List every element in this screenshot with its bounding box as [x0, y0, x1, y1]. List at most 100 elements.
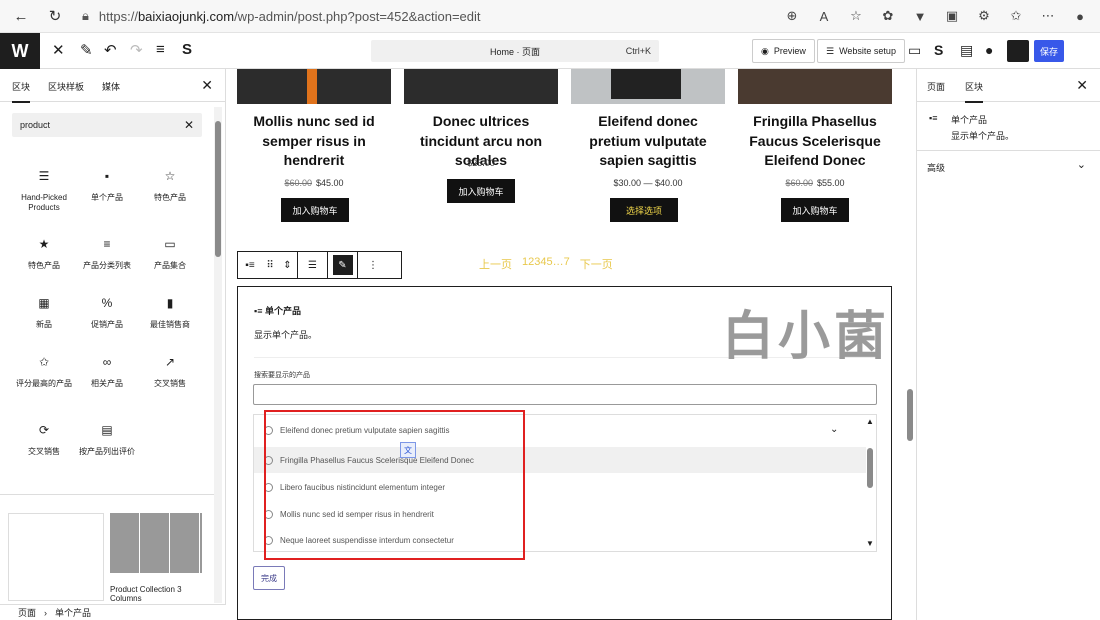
pattern-label: Product Collection 3 Columns [110, 585, 182, 603]
more-options-icon[interactable]: ⋮ [358, 252, 388, 278]
drag-handle-icon[interactable]: ⠿ [262, 252, 278, 278]
close-icon[interactable]: ✕ [201, 77, 213, 94]
product-search-input[interactable] [253, 384, 877, 405]
extension-icon[interactable]: ✿ [874, 3, 902, 29]
favorite-icon[interactable]: ☆ [842, 3, 870, 29]
list-view-icon[interactable]: ≡ [156, 41, 165, 58]
product-title[interactable]: Mollis nunc sed id semper risus in hendr… [237, 112, 391, 171]
product-image [571, 69, 725, 104]
block-item[interactable]: ☰ Hand-Picked Products [12, 169, 76, 213]
editor-canvas: Mollis nunc sed id semper risus in hendr… [227, 69, 915, 620]
block-icon: ∞ [102, 355, 112, 369]
select-options-button[interactable]: 选择选项 [610, 198, 678, 222]
add-block-icon[interactable]: ✕ [52, 41, 65, 59]
scroll-down-icon[interactable]: ▼ [866, 539, 874, 548]
chevron-down-icon[interactable]: ⌄ [1077, 158, 1086, 171]
breadcrumb-current[interactable]: 单个产品 [55, 606, 91, 619]
address-bar[interactable]: 🔒︎ https://baixiaojunkj.com/wp-admin/pos… [82, 4, 742, 28]
pagination-prev[interactable]: 上一页 [479, 256, 512, 272]
block-icon: ≡ [103, 237, 111, 251]
block-item[interactable]: ▤ 按产品列出评价 [75, 423, 139, 457]
chevron-down-icon[interactable]: ⌄ [830, 424, 838, 435]
reload-icon[interactable]: ↻ [42, 3, 68, 29]
block-item[interactable]: % 促销产品 [75, 296, 139, 330]
website-setup-button[interactable]: ☰ Website setup [817, 39, 905, 63]
list-scrollbar[interactable]: ▲ ▼ [864, 415, 876, 551]
clear-search-icon[interactable]: ✕ [184, 118, 194, 132]
document-icon[interactable]: ▤ [960, 42, 973, 59]
pagination-pages[interactable]: 12345…7 [522, 256, 570, 272]
pagination-next[interactable]: 下一页 [580, 256, 613, 272]
block-item[interactable]: ∞ 相关产品 [75, 355, 139, 389]
block-type-icon[interactable]: ▪≡ [238, 252, 262, 278]
block-item[interactable]: ▦ 新品 [12, 296, 76, 330]
move-icon[interactable]: ⇕ [278, 252, 298, 278]
advanced-panel-toggle[interactable]: 高级 [927, 161, 945, 174]
align-icon[interactable]: ☰ [298, 252, 328, 278]
eye-icon: ◉ [761, 45, 769, 56]
block-title: ▪≡ 单个产品 [254, 306, 301, 316]
save-button[interactable]: 保存 [1034, 40, 1064, 62]
block-item[interactable]: ⟳ 交叉销售 [12, 423, 76, 457]
plugin-b-icon[interactable]: ● [985, 42, 993, 58]
tools-icon[interactable]: ✎ [80, 41, 93, 59]
more-icon[interactable]: ⋯ [1034, 3, 1062, 29]
copilot-icon[interactable]: ● [1066, 3, 1094, 29]
block-item[interactable]: ▮ 最佳销售商 [138, 296, 202, 330]
tab-media[interactable]: 媒体 [102, 80, 120, 93]
scroll-up-icon[interactable]: ▲ [866, 417, 874, 426]
seo-icon[interactable]: S [934, 42, 943, 58]
command-title: Home · 页面 [489, 46, 540, 57]
edit-icon[interactable]: ✎ [328, 252, 358, 278]
plugin-icon[interactable]: S [182, 41, 192, 58]
settings-sidebar: 页面 区块 ✕ ▪≡ 单个产品 显示单个产品。 高级 ⌄ [916, 69, 1100, 620]
pattern-preview[interactable] [8, 513, 104, 601]
block-item[interactable]: ☆ 特色产品 [138, 169, 202, 203]
tab-page[interactable]: 页面 [927, 80, 945, 93]
add-to-cart-button[interactable]: 加入购物车 [781, 198, 849, 222]
add-to-cart-button[interactable]: 加入购物车 [281, 198, 349, 222]
block-item[interactable]: ▪ 单个产品 [75, 169, 139, 203]
back-icon[interactable]: ← [8, 3, 34, 29]
tab-block[interactable]: 区块 [965, 80, 984, 103]
block-icon: ▪ [104, 169, 110, 183]
product-price: $60.00 $45.00 [284, 178, 344, 188]
done-button[interactable]: 完成 [253, 566, 285, 590]
add-to-cart-button[interactable]: 加入购物车 [447, 179, 515, 203]
tab-patterns[interactable]: 区块样板 [48, 80, 84, 93]
block-item[interactable]: ✩ 评分最高的产品 [12, 355, 76, 389]
close-icon[interactable]: ✕ [1076, 77, 1088, 94]
settings-toggle-button[interactable] [1007, 40, 1029, 62]
preview-button[interactable]: ◉ Preview [752, 39, 815, 63]
pagination: 上一页 12345…7 下一页 [479, 256, 613, 272]
canvas-scrollbar[interactable] [905, 74, 915, 614]
inserter-scrollbar[interactable] [214, 107, 222, 603]
breadcrumb-root[interactable]: 页面 [18, 606, 36, 619]
view-icon[interactable]: ▭ [908, 42, 921, 59]
favorites-icon[interactable]: ✩ [1002, 3, 1030, 29]
extension-icon[interactable]: ▼ [906, 3, 934, 29]
puzzle-icon[interactable]: ⚙ [970, 3, 998, 29]
highlight-annotation [264, 410, 525, 560]
product-price: $60.00 $55.00 [785, 178, 845, 188]
tab-blocks[interactable]: 区块 [12, 80, 31, 103]
translate-icon[interactable]: 文 [400, 442, 416, 458]
read-aloud-icon[interactable]: A [810, 3, 838, 29]
block-search-input[interactable]: product ✕ [12, 113, 202, 137]
block-item[interactable]: ≡ 产品分类列表 [75, 237, 139, 271]
undo-icon[interactable]: ↶ [104, 41, 117, 59]
wordpress-logo[interactable]: W [0, 33, 40, 69]
product-title[interactable]: Eleifend donec pretium vulputate sapien … [571, 112, 725, 171]
redo-icon[interactable]: ↷ [130, 41, 143, 59]
block-item[interactable]: ▭ 产品集合 [138, 237, 202, 271]
block-icon: % [101, 296, 113, 310]
product-title[interactable]: Fringilla Phasellus Faucus Scelerisque E… [738, 112, 892, 171]
command-palette[interactable]: Home · 页面 Ctrl+K [371, 40, 659, 62]
zoom-icon[interactable]: ⊕ [778, 3, 806, 29]
browser-toolbar: ← ↻ 🔒︎ https://baixiaojunkj.com/wp-admin… [0, 0, 1100, 33]
block-item[interactable]: ↗ 交叉销售 [138, 355, 202, 389]
pattern-preview-image[interactable] [110, 513, 202, 573]
block-item[interactable]: ★ 特色产品 [12, 237, 76, 271]
lock-icon: 🔒︎ [82, 8, 89, 23]
extension-icon[interactable]: ▣ [938, 3, 966, 29]
